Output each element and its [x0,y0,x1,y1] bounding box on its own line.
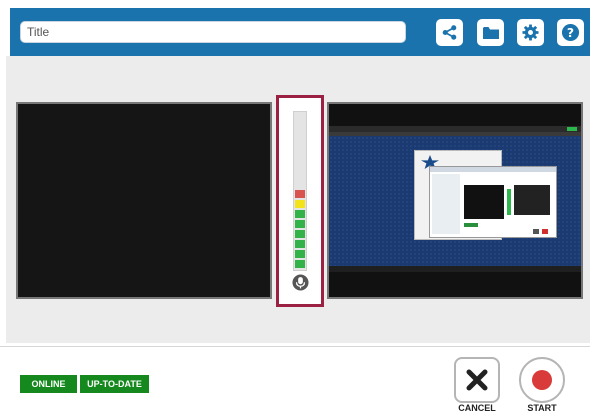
preview-area [6,56,590,343]
screen-window-badge [464,223,478,227]
microphone-icon [292,274,309,291]
screen-window-record [542,229,548,234]
screen-window-cam [464,185,504,219]
folder-icon [482,26,499,39]
header-bar: ? [10,8,590,56]
start-button[interactable] [519,357,565,403]
record-icon [532,370,552,390]
audio-meter-segment [295,250,305,258]
audio-meter-segment [295,230,305,238]
svg-text:?: ? [567,26,574,40]
screen-preview [327,102,583,299]
screen-letterbox [329,272,581,297]
footer-divider [0,346,590,347]
cancel-label: CANCEL [458,403,496,413]
close-icon [466,369,488,391]
microphone-button[interactable] [292,274,309,296]
audio-meter-segment [295,210,305,218]
audio-meter [276,95,324,307]
share-button[interactable] [436,19,463,46]
audio-meter-segment [295,260,305,268]
title-input[interactable] [20,21,406,43]
audio-meter-segment [295,190,305,198]
cancel-button[interactable] [454,357,500,403]
audio-meter-track [293,111,307,271]
audio-meter-segment [295,240,305,248]
audio-meter-segment [295,220,305,228]
online-badge: ONLINE [20,375,77,393]
gear-icon [522,24,539,41]
share-icon [442,25,457,40]
screen-status-indicator [567,127,577,131]
recorder-app: ? [0,0,590,414]
screen-window-cancel [533,229,539,234]
screen-window-sidebar [432,174,460,234]
settings-button[interactable] [517,19,544,46]
screen-window-recorder [429,166,557,238]
up-to-date-badge: UP-TO-DATE [80,375,149,393]
screen-window-meter [507,189,511,215]
help-icon: ? [561,23,580,42]
webcam-preview [16,102,272,299]
start-label: START [527,403,557,413]
screen-window-screen [514,185,550,215]
folder-button[interactable] [477,19,504,46]
screen-window-titlebar [430,167,556,172]
help-button[interactable]: ? [557,19,584,46]
audio-meter-segment [295,200,305,208]
